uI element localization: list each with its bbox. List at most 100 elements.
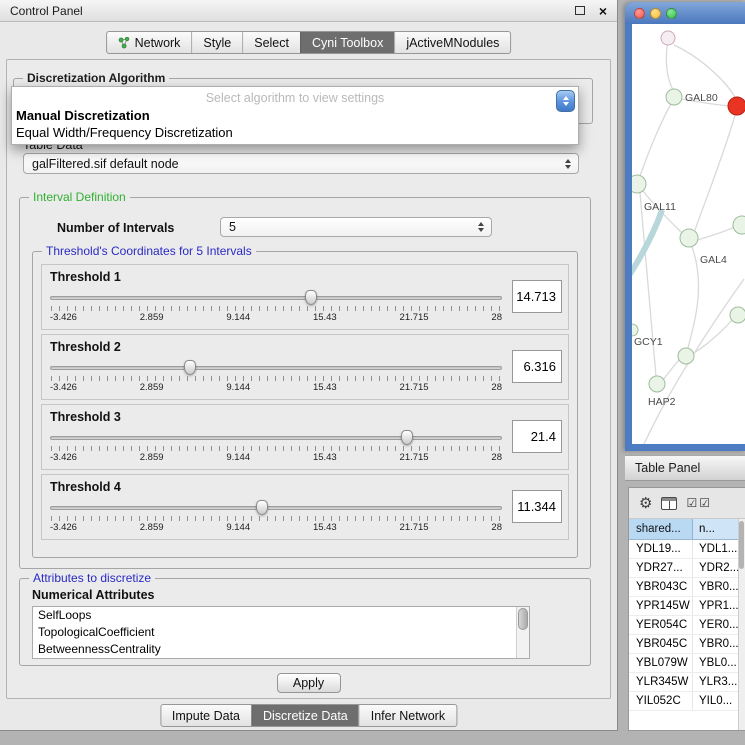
table-row[interactable]: YBR045CYBR0... — [629, 635, 738, 654]
table-row[interactable]: YBL079WYBL0... — [629, 654, 738, 673]
network-edge[interactable] — [674, 45, 735, 98]
tab-style[interactable]: Style — [191, 32, 242, 53]
table-row[interactable]: YPR145WYPR1... — [629, 597, 738, 616]
network-node-label: GAL11 — [644, 201, 676, 213]
tab-impute-data[interactable]: Impute Data — [161, 705, 251, 726]
tab-label: Impute Data — [172, 709, 240, 723]
network-edge[interactable] — [663, 360, 679, 380]
gear-icon[interactable]: ⚙ — [639, 496, 652, 511]
network-node[interactable] — [733, 216, 745, 234]
float-window-icon[interactable] — [575, 6, 585, 15]
combo-arrows-icon — [565, 159, 571, 169]
network-node[interactable] — [632, 175, 646, 193]
network-window-titlebar — [625, 2, 745, 24]
slider-thumb[interactable] — [184, 360, 196, 375]
slider-track[interactable] — [50, 506, 502, 510]
network-edge[interactable] — [632, 210, 662, 274]
network-edge[interactable] — [688, 247, 699, 348]
columns-icon[interactable] — [661, 497, 677, 510]
threshold-value-field[interactable]: 11.344 — [512, 490, 562, 523]
algorithm-combo-button[interactable] — [556, 90, 575, 112]
threshold-value-field[interactable]: 21.4 — [512, 420, 562, 453]
network-node[interactable] — [728, 97, 745, 115]
network-node[interactable] — [632, 324, 638, 336]
number-of-intervals-value: 5 — [229, 220, 236, 234]
slider-track[interactable] — [50, 296, 502, 300]
table-row[interactable]: YDL19...YDL1... — [629, 540, 738, 559]
slider-track[interactable] — [50, 436, 502, 440]
attribute-item[interactable]: BetweennessCentrality — [33, 641, 529, 658]
scrollbar-thumb[interactable] — [518, 608, 528, 630]
tab-discretize-data[interactable]: Discretize Data — [251, 705, 359, 726]
network-node-label: GCY1 — [634, 336, 663, 348]
minimize-traffic-light-icon[interactable] — [650, 8, 661, 19]
table-rows: YDL19...YDL1...YDR27...YDR2...YBR043CYBR… — [629, 540, 738, 711]
slider-thumb[interactable] — [305, 290, 317, 305]
algo-option-manual-discretization[interactable]: Manual Discretization — [12, 107, 578, 124]
table-scrollbar[interactable] — [738, 519, 745, 730]
table-data-combo[interactable]: galFiltered.sif default node — [23, 153, 579, 174]
table-row[interactable]: YLR345WYLR3... — [629, 673, 738, 692]
slider-tick-labels: -3.4262.8599.14415.4321.71528 — [50, 452, 502, 463]
network-edge[interactable] — [666, 40, 673, 90]
column-header-shared-name[interactable]: shared... — [629, 519, 693, 539]
table-row[interactable]: YDR27...YDR2... — [629, 559, 738, 578]
slider-ticks — [51, 446, 501, 451]
select-checkbox-icons[interactable]: ☑☑ — [686, 496, 712, 510]
number-of-intervals-label: Number of Intervals — [57, 221, 174, 235]
zoom-traffic-light-icon[interactable] — [666, 8, 677, 19]
network-edge[interactable] — [644, 279, 744, 444]
number-of-intervals-combo[interactable]: 5 — [220, 217, 492, 237]
window-title: Control Panel — [10, 4, 575, 18]
network-edge[interactable] — [698, 227, 734, 240]
tab-network[interactable]: Network — [107, 32, 192, 53]
threshold-label: Threshold 1 — [50, 270, 121, 284]
tick-label: 21.715 — [400, 522, 429, 533]
close-traffic-light-icon[interactable] — [634, 8, 645, 19]
table-row[interactable]: YIL052CYIL0... — [629, 692, 738, 711]
slider-track[interactable] — [50, 366, 502, 370]
network-edge[interactable] — [695, 115, 735, 230]
cell-shared-name: YBR045C — [629, 635, 693, 653]
network-edge[interactable] — [640, 104, 671, 176]
network-node[interactable] — [649, 376, 665, 392]
tab-select[interactable]: Select — [242, 32, 300, 53]
cell-shared-name: YDR27... — [629, 559, 693, 577]
attribute-item[interactable]: SelfLoops — [33, 607, 529, 624]
table-row[interactable]: YER054CYER0... — [629, 616, 738, 635]
network-node[interactable] — [730, 307, 745, 323]
tab-cyni-toolbox[interactable]: Cyni Toolbox — [300, 32, 394, 53]
tab-jactivemnodules[interactable]: jActiveMNodules — [394, 32, 510, 53]
algo-option-equal-width-frequency-discretization[interactable]: Equal Width/Frequency Discretization — [12, 124, 578, 141]
attributes-scrollbar[interactable] — [516, 607, 529, 658]
attributes-list-items: SelfLoopsTopologicalCoefficientBetweenne… — [33, 607, 529, 658]
tick-label: 21.715 — [400, 312, 429, 323]
network-node[interactable] — [680, 229, 698, 247]
attribute-item[interactable]: TopologicalCoefficient — [33, 624, 529, 641]
column-header-name[interactable]: n... — [693, 519, 738, 539]
network-icon — [118, 37, 130, 49]
tab-infer-network[interactable]: Infer Network — [359, 705, 456, 726]
network-node[interactable] — [678, 348, 694, 364]
network-node[interactable] — [661, 31, 675, 45]
apply-button[interactable]: Apply — [277, 673, 341, 693]
table-panel-title: Table Panel — [635, 461, 700, 475]
threshold-value-field[interactable]: 14.713 — [512, 280, 562, 313]
algorithm-placeholder: Select algorithm to view settings — [12, 87, 578, 107]
chevron-up-icon — [563, 96, 569, 100]
table-data-combo-value: galFiltered.sif default node — [32, 157, 179, 171]
network-edge[interactable] — [640, 193, 656, 376]
slider-thumb[interactable] — [401, 430, 413, 445]
network-canvas[interactable]: GAL80GAL11GAL4GCY1HAP2 — [632, 24, 745, 444]
close-icon[interactable]: × — [599, 4, 607, 18]
network-node[interactable] — [666, 89, 682, 105]
threshold-label: Threshold 4 — [50, 480, 121, 494]
top-tab-strip: NetworkStyleSelectCyni ToolboxjActiveMNo… — [106, 31, 512, 54]
cell-name: YDL1... — [693, 540, 738, 558]
table-header-row: shared... n... — [629, 519, 738, 540]
table-row[interactable]: YBR043CYBR0... — [629, 578, 738, 597]
scrollbar-thumb[interactable] — [739, 521, 744, 569]
threshold-value-field[interactable]: 6.316 — [512, 350, 562, 383]
cell-name: YBR0... — [693, 578, 738, 596]
slider-thumb[interactable] — [256, 500, 268, 515]
